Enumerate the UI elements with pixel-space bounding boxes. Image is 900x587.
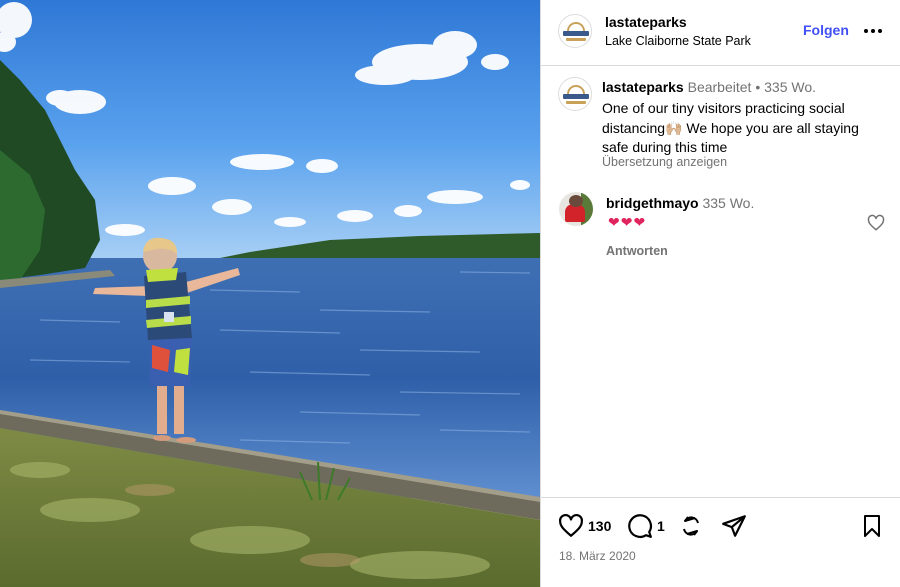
heart-icon <box>559 513 583 537</box>
comment-item: bridgethmayo 335 Wo. ❤❤❤ Antworten <box>541 188 900 268</box>
actions-bar: 130 1 18. März 2020 <box>541 497 900 587</box>
comment-text: ❤❤❤ <box>608 214 647 230</box>
bookmark-icon <box>864 515 880 537</box>
post-location[interactable]: Lake Claiborne State Park <box>605 34 751 48</box>
caption-text: One of our tiny visitors practicing soci… <box>602 100 859 155</box>
comment-avatar[interactable] <box>559 192 593 226</box>
share-button[interactable] <box>721 513 747 539</box>
caption-username[interactable]: lastateparks <box>602 79 684 95</box>
reply-button[interactable]: Antworten <box>606 244 668 258</box>
comment-header: bridgethmayo 335 Wo. <box>606 195 754 211</box>
translate-link[interactable]: Übersetzung anzeigen <box>602 155 727 169</box>
comment-like-heart-icon[interactable] <box>867 214 885 232</box>
post-panel: lastateparks Lake Claiborne State Park F… <box>540 0 900 587</box>
like-count[interactable]: 130 <box>588 518 611 534</box>
logo-banner-icon <box>566 101 586 104</box>
more-options-icon[interactable] <box>863 21 883 41</box>
save-button[interactable] <box>861 513 883 539</box>
logo-wordmark-icon <box>563 31 589 36</box>
repost-icon <box>683 516 699 536</box>
post-header: lastateparks Lake Claiborne State Park F… <box>541 0 900 66</box>
header-username[interactable]: lastateparks <box>605 14 687 30</box>
logo-banner-icon <box>566 38 586 41</box>
comment-age[interactable]: 335 Wo. <box>702 195 754 211</box>
caption-avatar[interactable] <box>558 77 592 111</box>
comment-username[interactable]: bridgethmayo <box>606 195 699 211</box>
meta-separator: • <box>755 79 761 95</box>
profile-avatar[interactable] <box>558 14 592 48</box>
caption-meta-line: lastateparks Bearbeitet • 335 Wo. <box>602 79 816 95</box>
comment-count[interactable]: 1 <box>657 518 665 534</box>
comment-bubble-icon <box>628 514 652 538</box>
post-date[interactable]: 18. März 2020 <box>559 549 636 563</box>
send-paper-plane-icon <box>722 515 746 537</box>
logo-wordmark-icon <box>563 94 589 99</box>
comment-button[interactable]: 1 <box>627 513 665 539</box>
edited-label: Bearbeitet <box>687 79 752 95</box>
repost-button[interactable] <box>679 513 703 539</box>
like-button[interactable]: 130 <box>558 513 611 539</box>
post-image[interactable] <box>0 0 540 587</box>
follow-button[interactable]: Folgen <box>803 22 849 38</box>
caption-age[interactable]: 335 Wo. <box>764 79 816 95</box>
